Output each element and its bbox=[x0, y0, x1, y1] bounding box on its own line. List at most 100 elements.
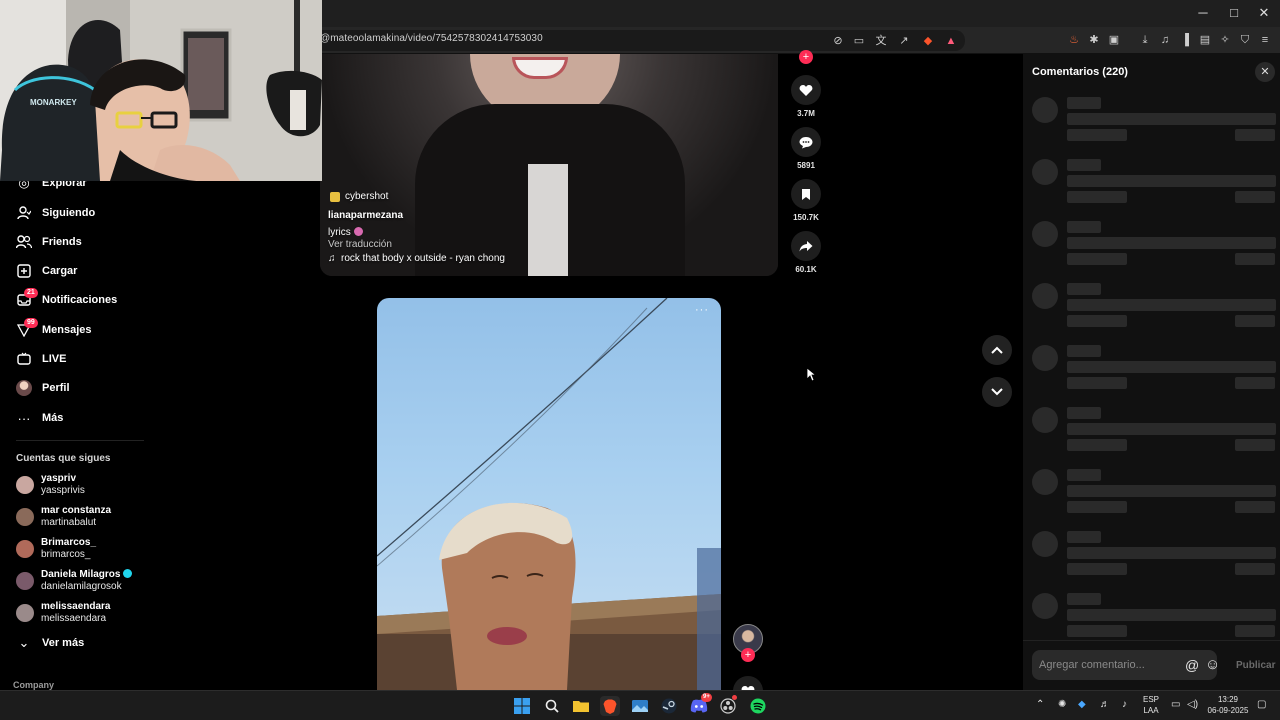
video-music[interactable]: rock that body x outside - ryan chong bbox=[341, 253, 505, 264]
avatar bbox=[16, 540, 34, 558]
address-bar[interactable]: @mateoolamakina/video/754257830241475303… bbox=[300, 30, 965, 51]
comments-title: Comentarios (220) bbox=[1032, 66, 1128, 78]
emoji-icon bbox=[353, 227, 363, 236]
save-action[interactable]: 150.7K bbox=[790, 179, 822, 222]
following-section-title: Cuentas que sigues bbox=[16, 453, 111, 464]
leo-ai-icon[interactable]: ✧ bbox=[1217, 32, 1233, 48]
comment-skeleton bbox=[1032, 221, 1276, 271]
maximize-button[interactable]: □ bbox=[1224, 5, 1244, 20]
url-text[interactable]: @mateoolamakina/video/754257830241475303… bbox=[320, 33, 543, 44]
nav-friends[interactable]: Friends bbox=[16, 230, 82, 254]
cast-icon[interactable]: ▭ bbox=[851, 33, 867, 49]
inbox-icon: 21 bbox=[16, 288, 38, 308]
video-tag[interactable]: cybershot bbox=[345, 191, 388, 202]
tray-headset-icon[interactable]: ♬ bbox=[1100, 699, 1110, 710]
download-icon[interactable]: ⤓ bbox=[1137, 32, 1153, 48]
tray-overflow-icon[interactable]: ⌃ bbox=[1036, 699, 1044, 710]
like-action[interactable]: 3.7M bbox=[790, 75, 822, 118]
volume-icon[interactable]: ◁) bbox=[1187, 699, 1198, 710]
share-icon[interactable]: ↗ bbox=[896, 33, 912, 49]
nav-live[interactable]: LIVE bbox=[16, 347, 66, 371]
minimize-button[interactable]: ─ bbox=[1193, 5, 1213, 20]
account-handle: yassprivis bbox=[41, 485, 85, 496]
sidebar-toggle-icon[interactable]: ▐ bbox=[1177, 32, 1193, 48]
bookmark-icon[interactable] bbox=[791, 179, 821, 209]
share-count: 60.1K bbox=[795, 265, 817, 274]
nav-cargar[interactable]: Cargar bbox=[16, 259, 77, 283]
notification-center-icon[interactable]: ▢ bbox=[1257, 699, 1266, 710]
input-language[interactable]: ESP LAA bbox=[1143, 694, 1159, 716]
account-handle: martinabalut bbox=[41, 517, 97, 528]
send-icon: 99 bbox=[16, 318, 38, 338]
video-player-1[interactable]: cybershot lianaparmezana lyrics Ver trad… bbox=[320, 54, 778, 276]
follow-plus-button-2[interactable]: + bbox=[741, 648, 755, 662]
caption-text: lyrics bbox=[328, 227, 351, 238]
account-handle: melissaendara bbox=[41, 613, 107, 624]
nav-siguiendo[interactable]: Siguiendo bbox=[16, 201, 95, 225]
brave-rewards-icon[interactable]: ▲ bbox=[943, 33, 959, 49]
wallet-icon[interactable]: ▤ bbox=[1197, 32, 1213, 48]
search-icon[interactable] bbox=[542, 696, 562, 716]
chevron-down-icon bbox=[991, 388, 1003, 396]
live-tv-icon bbox=[16, 351, 32, 367]
share-action[interactable]: 60.1K bbox=[790, 231, 822, 274]
like-action-2[interactable] bbox=[733, 676, 763, 690]
publish-button[interactable]: Publicar bbox=[1236, 660, 1275, 671]
media-icon[interactable]: ♫ bbox=[1157, 32, 1173, 48]
mention-button[interactable]: @ bbox=[1185, 657, 1199, 673]
account-name-text: Daniela Milagros bbox=[41, 569, 121, 580]
extension-flame-icon[interactable]: ♨ bbox=[1066, 32, 1082, 48]
comment-bubble-icon[interactable] bbox=[791, 127, 821, 157]
comment-action[interactable]: 5891 bbox=[790, 127, 822, 170]
next-video-button[interactable] bbox=[982, 377, 1012, 407]
system-clock[interactable]: 13:29 06-09-2025 bbox=[1205, 694, 1251, 716]
nav-perfil[interactable]: Perfil bbox=[16, 376, 70, 400]
close-window-button[interactable]: ✕ bbox=[1254, 5, 1274, 21]
heart-icon[interactable] bbox=[733, 676, 763, 690]
close-comments-button[interactable]: ✕ bbox=[1255, 62, 1275, 82]
tray-app-icon[interactable]: ✺ bbox=[1058, 699, 1066, 710]
windows-start-icon[interactable] bbox=[512, 696, 532, 716]
mouse-cursor-icon bbox=[806, 367, 816, 382]
obs-icon[interactable] bbox=[718, 695, 738, 716]
lang-code: ESP bbox=[1143, 695, 1160, 704]
network-icon[interactable]: ▭ bbox=[1171, 699, 1180, 710]
avatar-icon bbox=[16, 380, 32, 396]
nav-mas[interactable]: ··· Más bbox=[16, 406, 64, 430]
extensions-puzzle-icon[interactable]: ✱ bbox=[1086, 32, 1102, 48]
nav-mensajes[interactable]: 99 Mensajes bbox=[16, 318, 92, 342]
nav-label: Notificaciones bbox=[42, 294, 118, 306]
photos-app-icon[interactable] bbox=[630, 696, 650, 716]
share-arrow-icon[interactable] bbox=[791, 231, 821, 261]
brave-browser-icon[interactable] bbox=[600, 696, 620, 716]
tray-mic-icon[interactable]: ♪ bbox=[1122, 699, 1127, 710]
file-explorer-icon[interactable] bbox=[571, 696, 591, 716]
video-author[interactable]: lianaparmezana bbox=[328, 210, 403, 221]
vpn-shield-icon[interactable]: ⛉ bbox=[1237, 32, 1253, 48]
tray-steam-icon[interactable]: ◆ bbox=[1078, 699, 1086, 710]
previous-video-button[interactable] bbox=[982, 335, 1012, 365]
video-more-button[interactable]: ··· bbox=[695, 304, 709, 316]
translate-icon[interactable]: 文 bbox=[873, 33, 889, 49]
spotify-icon[interactable] bbox=[748, 696, 768, 716]
comment-skeleton bbox=[1032, 593, 1276, 643]
brave-shields-icon[interactable]: ◆ bbox=[920, 33, 936, 49]
emoji-button[interactable]: ☺ bbox=[1205, 656, 1220, 673]
video-caption: lyrics bbox=[328, 227, 363, 238]
follow-plus-button[interactable]: + bbox=[790, 50, 822, 64]
translate-link[interactable]: Ver traducción bbox=[328, 239, 392, 250]
tab-manager-icon[interactable]: ▣ bbox=[1106, 32, 1122, 48]
no-camera-icon[interactable]: ⊘ bbox=[830, 33, 846, 49]
account-name: mar constanza bbox=[41, 505, 112, 516]
comment-skeleton bbox=[1032, 97, 1276, 147]
chevron-down-icon: ⌄ bbox=[18, 635, 30, 650]
nav-notificaciones[interactable]: 21 Notificaciones bbox=[16, 288, 117, 312]
steam-icon[interactable] bbox=[659, 696, 679, 716]
company-link[interactable]: Company bbox=[13, 680, 54, 690]
video-player-2[interactable]: ··· bbox=[377, 298, 721, 690]
discord-icon[interactable]: 9+ bbox=[689, 693, 712, 716]
see-more-button[interactable]: ⌄ Ver más bbox=[16, 631, 85, 655]
clock-time: 13:29 bbox=[1217, 695, 1239, 704]
menu-icon[interactable]: ≡ bbox=[1257, 32, 1273, 48]
heart-icon[interactable] bbox=[791, 75, 821, 105]
